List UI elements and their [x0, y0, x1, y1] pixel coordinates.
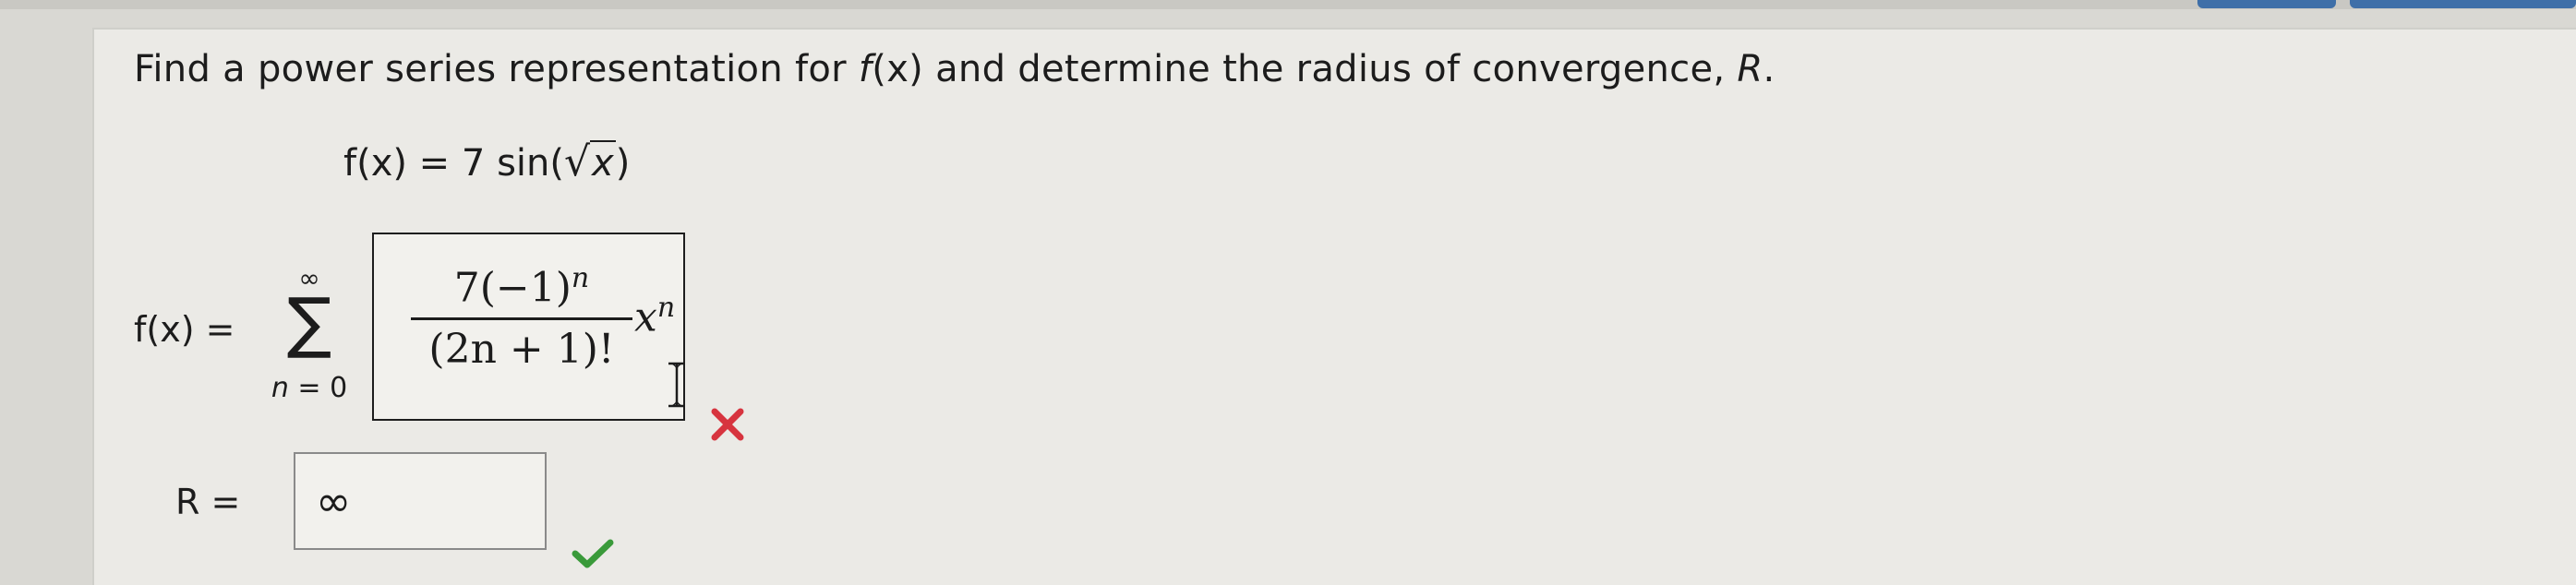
- question-text-start: Find a power series representation for: [134, 48, 859, 90]
- sum-lower-limit: n = 0: [259, 372, 360, 404]
- answer-fraction: 7(−1)n (2n + 1)!: [411, 262, 632, 373]
- sqrt-radicand: x: [590, 140, 616, 185]
- answer-x-exponent: n: [656, 292, 676, 324]
- answer-denominator: (2n + 1)!: [428, 325, 615, 373]
- series-lhs: f(x) =: [134, 309, 235, 350]
- sqrt-symbol: √x: [563, 138, 616, 185]
- numerator-base: 7(−1): [453, 264, 572, 312]
- given-function-rhs: ): [615, 142, 631, 185]
- browser-tab-edge: [2350, 0, 2576, 8]
- question-fx: f: [858, 48, 873, 90]
- sum-start: = 0: [288, 372, 348, 404]
- question-fx-arg: (x): [872, 48, 924, 90]
- sigma-symbol: ∑: [286, 283, 332, 361]
- incorrect-icon: [711, 408, 744, 441]
- question-text: Find a power series representation for f…: [134, 48, 1776, 90]
- sum-index: n: [271, 372, 289, 404]
- question-text-middle: and determine the radius of convergence,: [923, 48, 1738, 90]
- numerator-exponent: n: [571, 262, 590, 294]
- correct-check-icon: [572, 539, 614, 568]
- answer-x: x: [634, 293, 657, 341]
- question-period: .: [1763, 48, 1776, 90]
- series-answer-input[interactable]: 7(−1)n (2n + 1)! xn: [372, 233, 685, 421]
- question-r: R: [1737, 48, 1763, 90]
- radius-value: ∞: [316, 476, 352, 526]
- radius-label: R =: [175, 482, 241, 522]
- given-function: f(x) = 7 sin(√x): [343, 138, 630, 185]
- top-strip: [0, 0, 2576, 9]
- given-function-lhs: f(x) = 7 sin(: [343, 142, 564, 185]
- answer-x-power: xn: [634, 292, 675, 341]
- radius-answer-input[interactable]: ∞: [294, 452, 547, 550]
- answer-numerator: 7(−1)n: [411, 262, 632, 317]
- browser-tab-edge: [2197, 0, 2336, 8]
- text-cursor-icon: [668, 362, 685, 408]
